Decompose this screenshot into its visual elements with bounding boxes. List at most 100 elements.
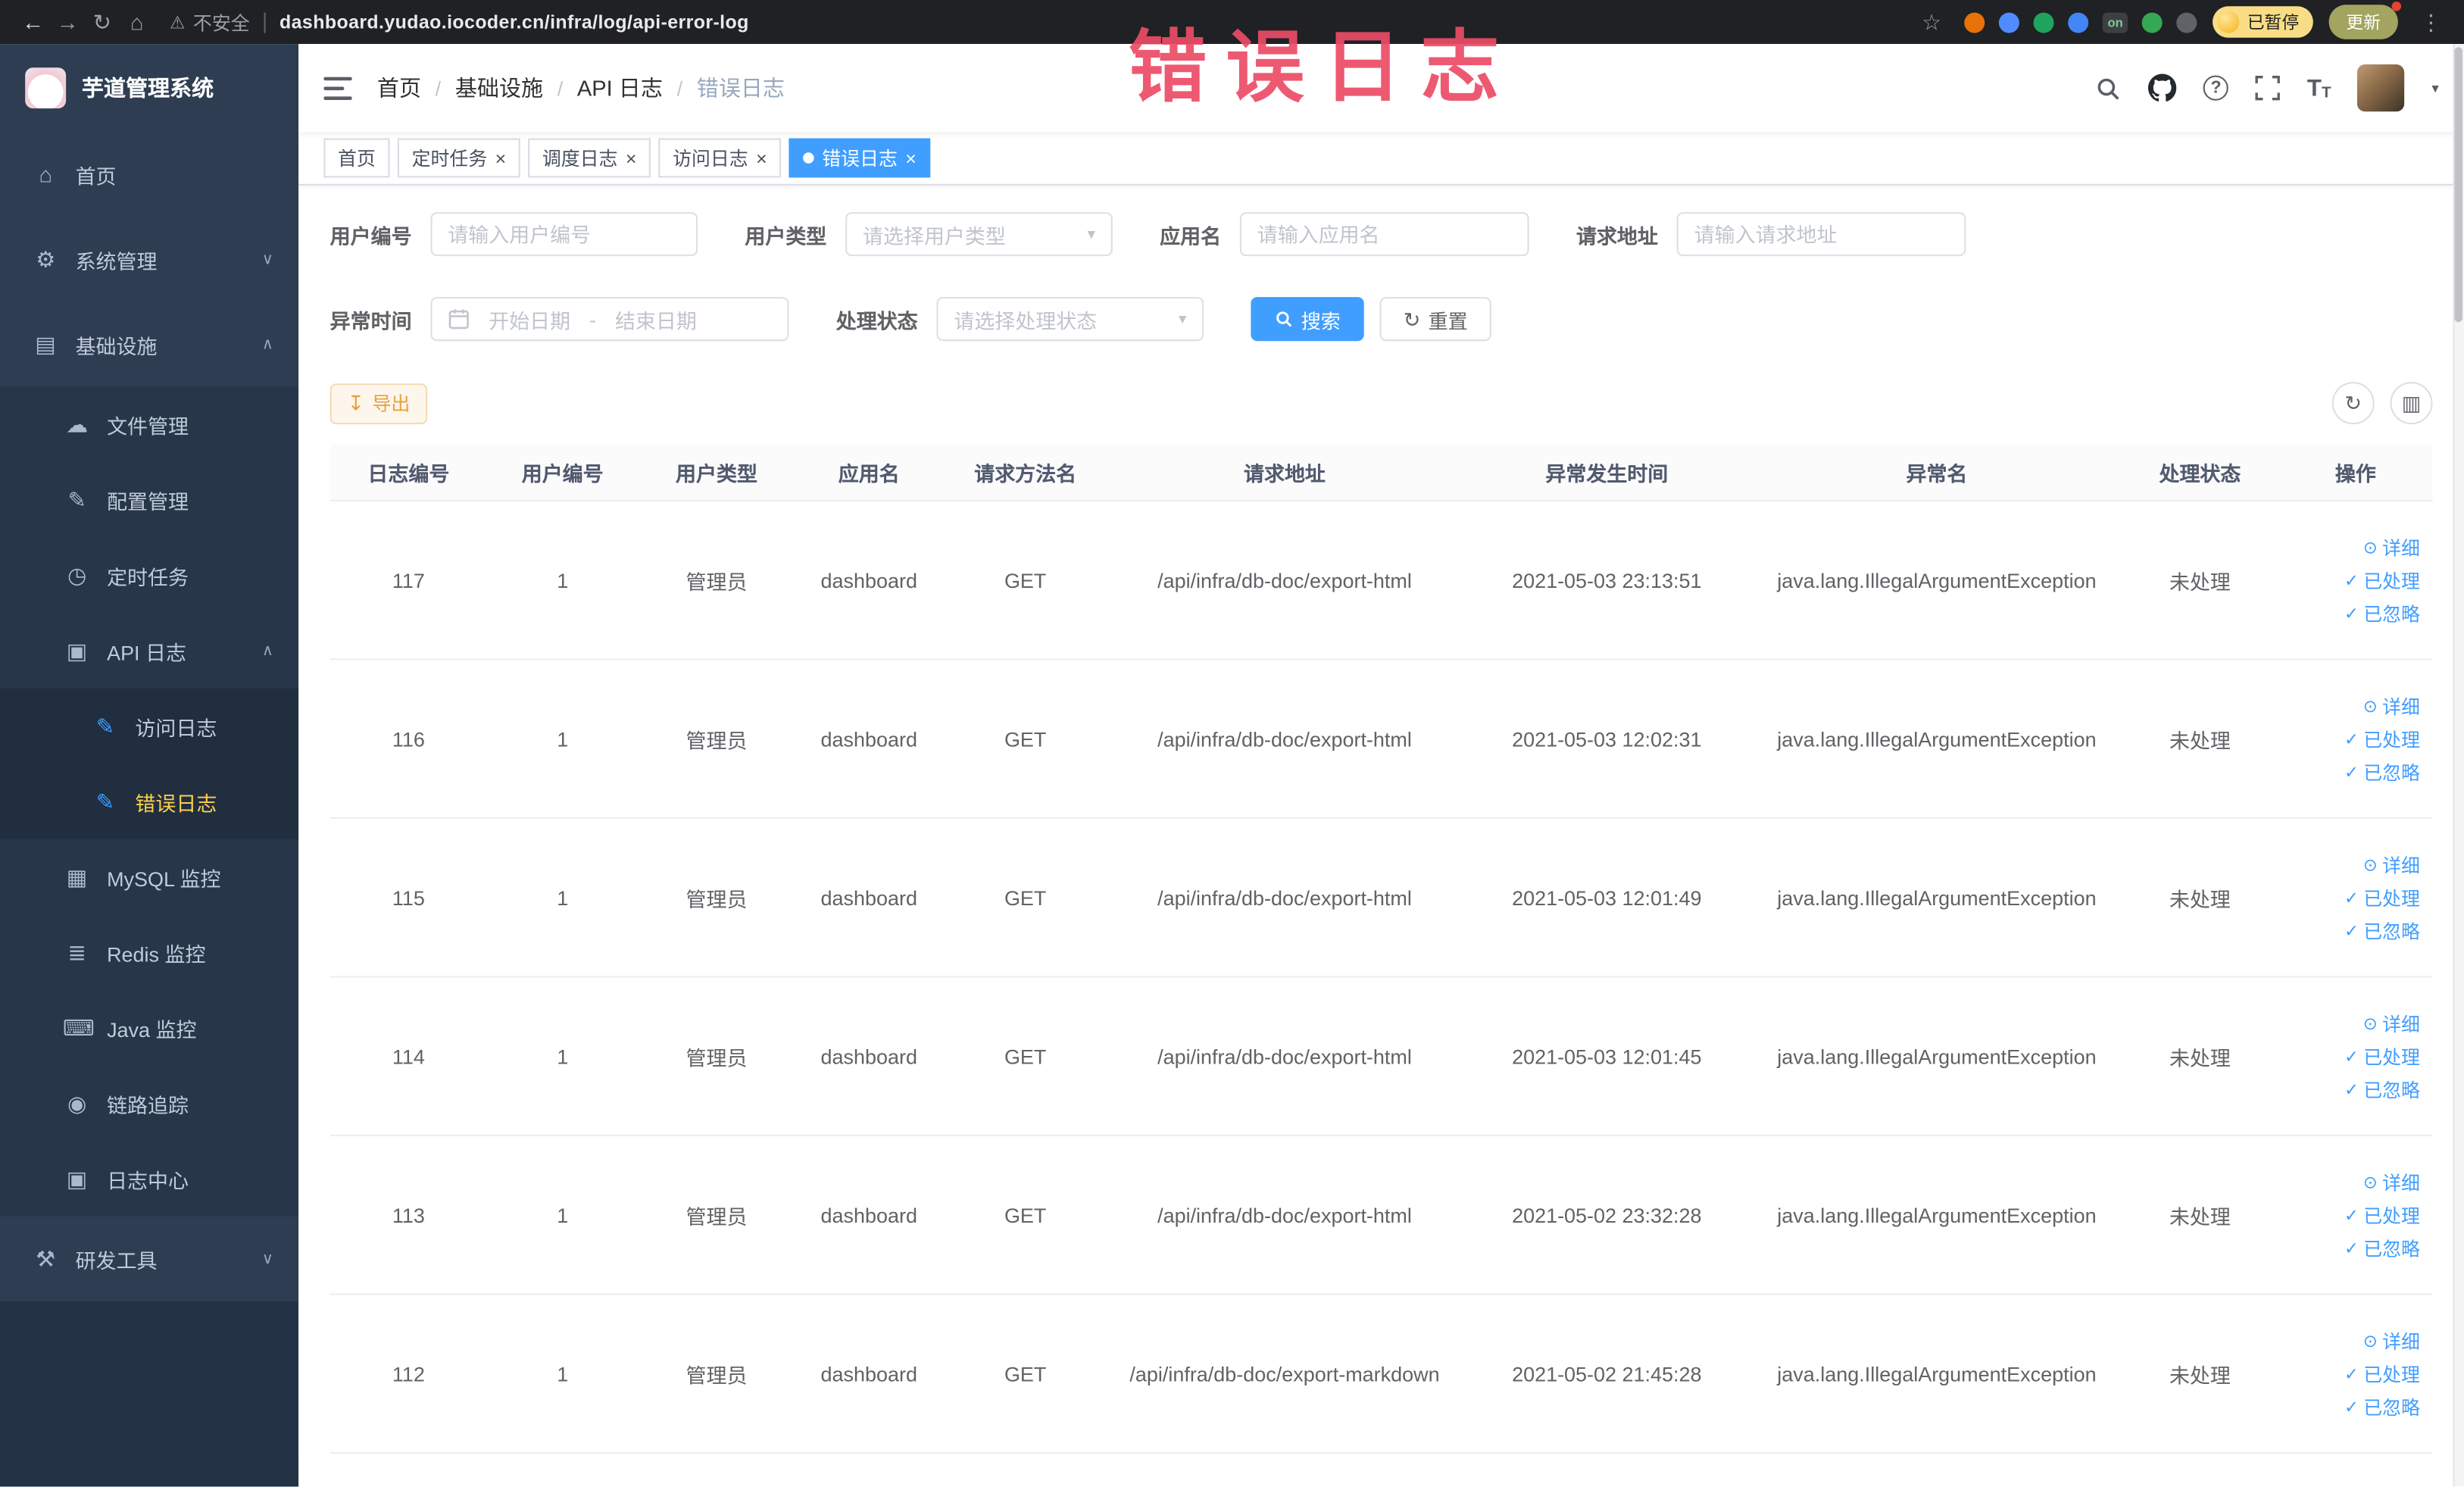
fullscreen-icon[interactable] [2255,75,2281,101]
breadcrumb-item[interactable]: API 日志 [577,72,663,103]
view-tab[interactable]: 错误日志 × [789,138,931,178]
mark-ignored-link[interactable]: ✓ 已忽略 [2344,917,2420,944]
search-icon[interactable] [2095,75,2122,102]
detail-link[interactable]: ⊙ 详细 [2363,1327,2420,1354]
log-center-icon: ▣ [66,1165,88,1191]
extension-pin-icon[interactable] [2176,11,2197,33]
detail-link[interactable]: ⊙ 详细 [2363,1010,2420,1036]
close-icon[interactable]: × [626,148,637,167]
forward-button[interactable]: → [50,9,85,34]
sidebar-item[interactable]: ⌨ Java 监控 [0,990,299,1066]
cell-exception-time: 2021-05-02 23:32:28 [1512,1203,1702,1227]
cell-process-status: 未处理 [2169,728,2231,752]
reload-button[interactable]: ↻ [85,8,120,35]
mark-processed-link[interactable]: ✓ 已处理 [2344,884,2420,911]
detail-link[interactable]: ⊙ 详细 [2363,1168,2420,1195]
sidebar-item[interactable]: ⌂ 首页 [0,132,299,217]
extension-orange-icon[interactable] [1964,11,1985,33]
extension-blue-drop-icon[interactable] [1999,11,2020,33]
close-icon[interactable]: × [756,148,767,167]
exception-time-label: 异常时间 [329,308,412,333]
hamburger-icon[interactable] [323,76,352,100]
scrollbar[interactable] [2453,44,2464,1487]
table-row: 114 1 管理员 dashboard GET /api/infra/db-do… [329,977,2433,1136]
sidebar-item[interactable]: ⚒ 研发工具 ∨ [0,1216,299,1301]
user-id-input[interactable] [448,222,681,246]
chevron-icon: ∨ [261,1250,273,1268]
cell-actions: ⊙ 详细 ✓ 已处理 ✓ 已忽略 [2278,1010,2432,1102]
profile-paused-badge[interactable]: 已暂停 [2213,6,2313,38]
github-icon[interactable] [2148,73,2177,102]
detail-link[interactable]: ⊙ 详细 [2363,533,2420,560]
browser-chrome: ← → ↻ ⌂ ⚠ 不安全 dashboard.yudao.iocoder.cn… [0,0,2464,45]
mark-ignored-link[interactable]: ✓ 已忽略 [2344,1235,2420,1261]
table-row: 115 1 管理员 dashboard GET /api/infra/db-do… [329,819,2433,978]
request-url-input[interactable] [1694,222,1949,246]
sidebar-item[interactable]: ✎ 错误日志 [0,764,299,839]
user-id-label: 用户编号 [329,223,412,248]
update-button[interactable]: 更新 [2328,2,2402,39]
browser-home-button[interactable]: ⌂ [120,9,155,34]
detail-link[interactable]: ⊙ 详细 [2363,851,2420,877]
extension-on-badge[interactable]: on [2103,11,2128,33]
extension-blue-grid-icon[interactable] [2068,11,2089,33]
mark-processed-link[interactable]: ✓ 已处理 [2344,1360,2420,1387]
search-button[interactable]: 搜索 [1251,297,1364,342]
close-icon[interactable]: × [495,148,507,167]
chevron-icon: ∨ [261,250,273,268]
sidebar-item[interactable]: ✎ 访问日志 [0,688,299,764]
sidebar-item[interactable]: ▣ 日志中心 [0,1141,299,1217]
address-bar[interactable]: ⚠ 不安全 dashboard.yudao.iocoder.cn/infra/l… [170,8,749,35]
extension-green-circle-icon[interactable] [2034,11,2054,33]
column-header: 应用名 [838,461,900,486]
close-icon[interactable]: × [905,148,917,167]
browser-menu-icon[interactable]: ⋮ [2414,8,2449,35]
help-icon[interactable]: ? [2203,75,2229,101]
extension-green-leaf-icon[interactable] [2141,11,2163,33]
scrollbar-thumb[interactable] [2454,47,2462,323]
bookmark-star-icon[interactable]: ☆ [1914,8,1949,35]
sidebar-item[interactable]: ◷ 定时任务 [0,537,299,614]
mark-ignored-link[interactable]: ✓ 已忽略 [2344,1393,2420,1420]
process-status-select[interactable]: 请选择处理状态 ▾ [936,297,1204,342]
view-tab[interactable]: 首页 [323,138,390,178]
cell-user-type: 管理员 [685,1045,748,1070]
column-settings-button[interactable]: ▥ [2390,382,2433,425]
sidebar-item[interactable]: ▤ 基础设施 ∧ [0,301,299,387]
sidebar-item[interactable]: ◉ 链路追踪 [0,1065,299,1142]
export-button[interactable]: ↧ 导出 [329,383,428,424]
cell-exception-name: java.lang.IllegalArgumentException [1777,1044,2097,1068]
breadcrumb-item[interactable]: 基础设施 [455,72,543,103]
sidebar-item[interactable]: ▣ API 日志 ∧ [0,613,299,689]
sidebar-item[interactable]: ✎ 配置管理 [0,461,299,538]
exception-time-range-picker[interactable]: 开始日期 - 结束日期 [430,297,789,342]
breadcrumb-item[interactable]: 首页 [377,72,421,103]
back-button[interactable]: ← [16,9,51,34]
view-tab[interactable]: 调度日志 × [528,138,651,178]
chevron-icon: ∧ [261,642,273,660]
avatar[interactable] [2357,64,2406,112]
sidebar-item[interactable]: ⚙ 系统管理 ∨ [0,217,299,302]
sidebar-item[interactable]: ≣ Redis 监控 [0,914,299,991]
cell-exception-name: java.lang.IllegalArgumentException [1777,1361,2097,1385]
cell-process-status: 未处理 [2169,570,2231,594]
refresh-button[interactable]: ↻ [2331,382,2375,425]
user-type-select[interactable]: 请选择用户类型 ▾ [845,212,1113,257]
mark-processed-link[interactable]: ✓ 已处理 [2344,567,2420,593]
view-tab[interactable]: 访问日志 × [658,138,782,178]
mark-ignored-link[interactable]: ✓ 已忽略 [2344,758,2420,785]
font-size-icon[interactable]: TT [2307,75,2331,102]
detail-link[interactable]: ⊙ 详细 [2363,692,2420,719]
mark-processed-link[interactable]: ✓ 已处理 [2344,725,2420,751]
app-name-input[interactable] [1257,222,1512,246]
mark-ignored-link[interactable]: ✓ 已忽略 [2344,1076,2420,1102]
reset-button[interactable]: ↻ 重置 [1379,297,1491,342]
mark-processed-link[interactable]: ✓ 已处理 [2344,1201,2420,1228]
caret-down-icon[interactable]: ▾ [2431,80,2438,97]
view-tab[interactable]: 定时任务 × [397,138,520,178]
sidebar-item[interactable]: ▦ MySQL 监控 [0,839,299,915]
mark-ignored-link[interactable]: ✓ 已忽略 [2344,599,2420,626]
mark-processed-link[interactable]: ✓ 已处理 [2344,1043,2420,1070]
sidebar-item[interactable]: ☁ 文件管理 [0,386,299,462]
cell-actions: ⊙ 详细 ✓ 已处理 ✓ 已忽略 [2278,1327,2432,1420]
